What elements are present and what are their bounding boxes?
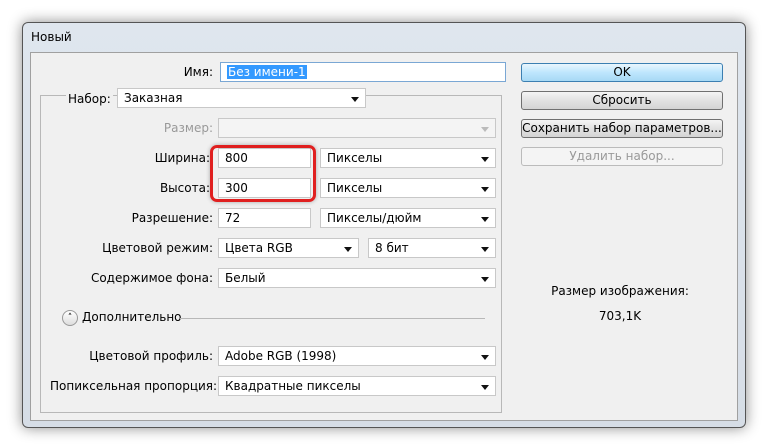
name-value: Без имени-1 [227,65,307,79]
width-label: Ширина: [154,151,210,165]
ok-button[interactable]: OK [521,63,723,82]
resolution-input[interactable]: 72 [218,208,311,228]
name-input[interactable]: Без имени-1 [220,62,506,82]
color-mode-select[interactable]: Цвета RGB [218,238,359,258]
pixel-aspect-label: Попиксельная пропорция: [50,379,218,393]
bit-depth-select[interactable]: 8 бит [368,238,496,258]
color-mode-label: Цветовой режим: [102,241,213,255]
resolution-label: Разрешение: [131,211,213,225]
dialog-title: Новый [31,30,72,44]
pixel-aspect-select[interactable]: Квадратные пикселы [218,376,496,396]
background-select[interactable]: Белый [218,268,496,288]
save-preset-button[interactable]: Сохранить набор параметров... [521,119,723,138]
color-profile-select[interactable]: Adobe RGB (1998) [218,346,496,366]
height-label: Высота: [159,181,210,195]
width-unit-select[interactable]: Пикселы [320,148,496,168]
background-label: Содержимое фона: [90,271,213,285]
preset-label: Набор: [66,89,113,109]
size-select[interactable] [218,118,496,138]
resolution-unit-select[interactable]: Пикселы/дюйм [320,208,496,228]
reset-button[interactable]: Сбросить [521,91,723,110]
size-label: Размер: [163,121,213,135]
highlight-box [210,145,316,202]
name-label: Имя: [183,65,213,79]
advanced-label[interactable]: Дополнительно [82,307,182,327]
preset-select[interactable]: Заказная [117,88,366,108]
image-size-label: Размер изображения: [551,284,689,298]
delete-preset-button[interactable]: Удалить набор... [521,147,723,166]
collapse-advanced-icon[interactable]: ˄ [62,310,78,326]
height-unit-select[interactable]: Пикселы [320,178,496,198]
image-size-value: 703,1K [598,309,642,323]
advanced-divider [180,318,485,319]
color-profile-label: Цветовой профиль: [89,349,213,363]
